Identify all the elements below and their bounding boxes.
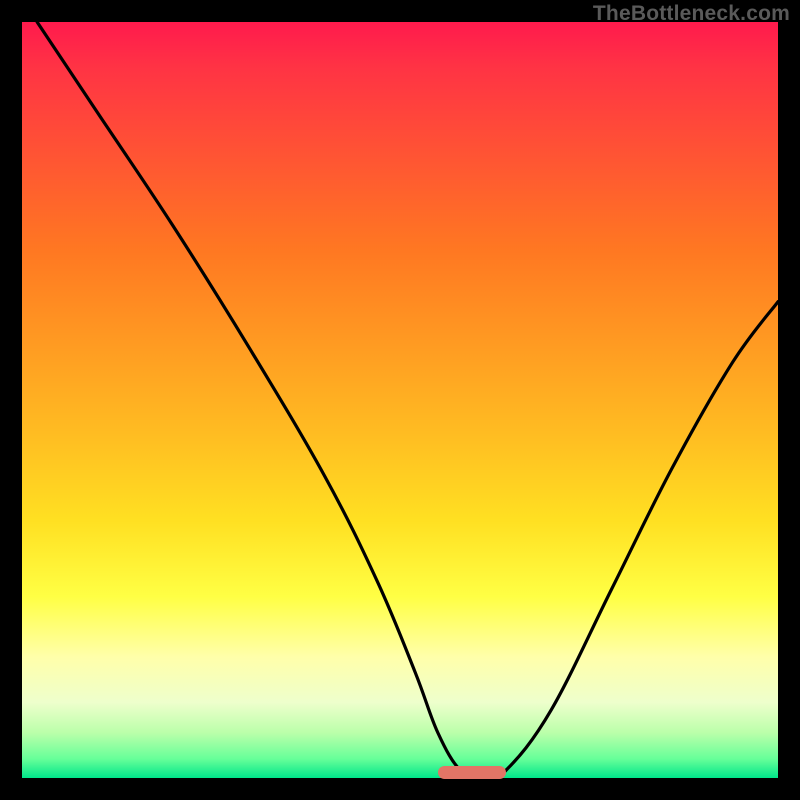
- watermark-text: TheBottleneck.com: [593, 2, 790, 26]
- chart-frame: TheBottleneck.com: [0, 0, 800, 800]
- bottleneck-curve: [22, 22, 778, 778]
- plot-area: [22, 22, 778, 778]
- sweet-spot-marker: [438, 766, 506, 779]
